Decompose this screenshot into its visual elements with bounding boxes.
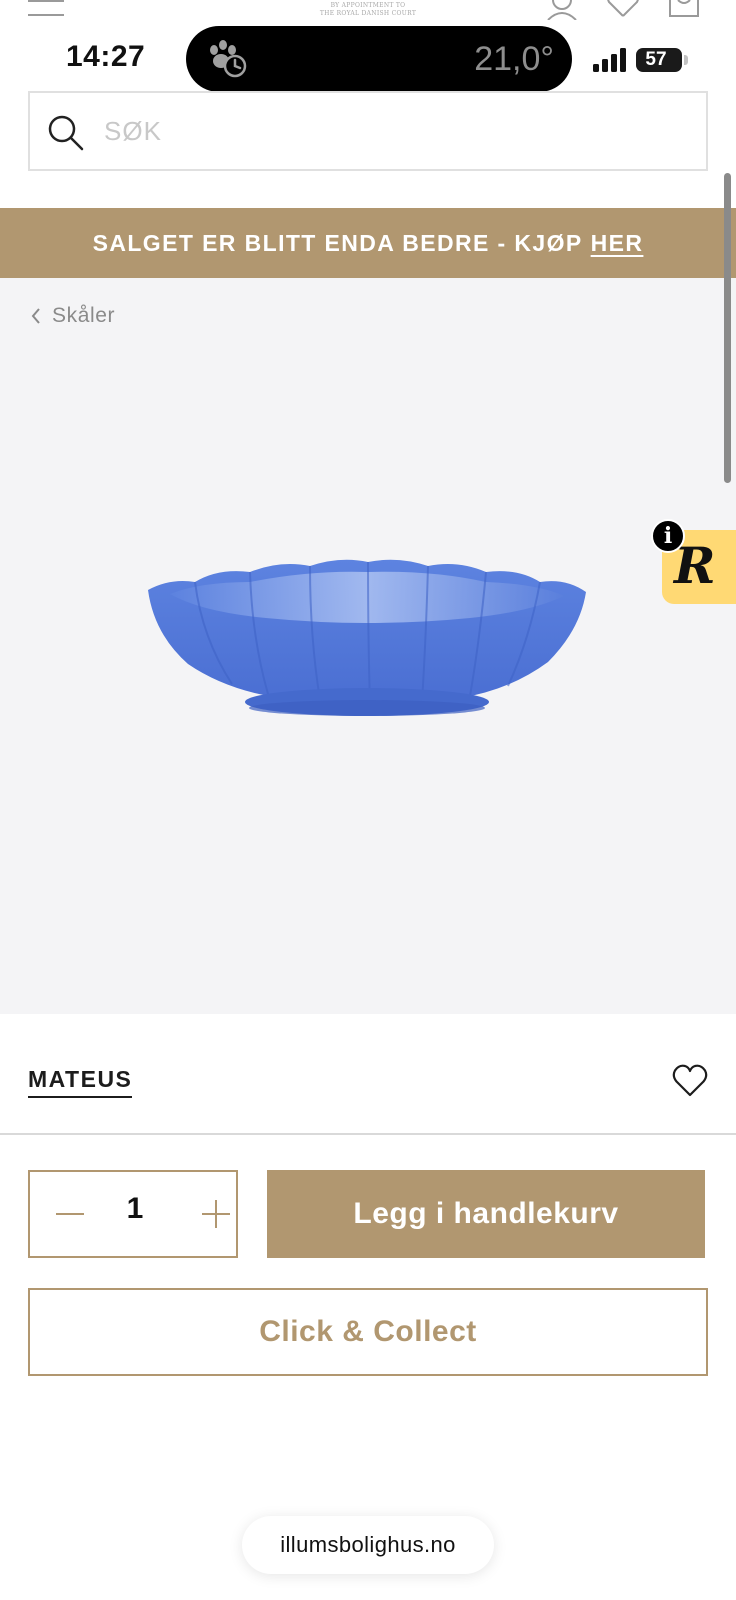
divider bbox=[0, 1133, 736, 1135]
dynamic-island: 21,0° bbox=[186, 26, 572, 92]
promo-text: SALGET ER BLITT ENDA BEDRE - KJØP bbox=[92, 229, 583, 256]
promo-banner: SALGET ER BLITT ENDA BEDRE - KJØP HER bbox=[0, 208, 736, 278]
promo-link[interactable]: HER bbox=[591, 230, 644, 257]
info-icon[interactable]: i bbox=[651, 519, 685, 553]
minus-icon[interactable] bbox=[50, 1194, 90, 1234]
search-box[interactable] bbox=[28, 91, 708, 171]
breadcrumb[interactable]: Skåler bbox=[30, 304, 115, 328]
cellular-signal-icon bbox=[593, 48, 626, 72]
product-image[interactable] bbox=[140, 538, 594, 728]
add-to-cart-button[interactable]: Legg i handlekurv bbox=[267, 1170, 705, 1258]
search-input[interactable] bbox=[104, 111, 664, 151]
battery-tip bbox=[684, 55, 688, 65]
menu-icon[interactable] bbox=[28, 0, 66, 20]
cart-icon[interactable] bbox=[668, 0, 700, 20]
battery-level: 57 bbox=[645, 49, 667, 70]
quantity-value[interactable]: 1 bbox=[100, 1192, 170, 1226]
search-icon bbox=[48, 115, 84, 151]
breadcrumb-label: Skåler bbox=[52, 304, 116, 327]
click-and-collect-button[interactable]: Click & Collect bbox=[28, 1288, 708, 1376]
quantity-stepper[interactable]: 1 bbox=[28, 1170, 238, 1258]
plus-icon[interactable] bbox=[196, 1194, 236, 1234]
royal-warrant-line1: BY APPOINTMENT TO bbox=[330, 2, 406, 9]
status-time: 14:27 bbox=[66, 40, 146, 73]
chevron-left-icon bbox=[31, 308, 40, 324]
heart-icon[interactable] bbox=[606, 0, 640, 20]
page-scrollbar[interactable] bbox=[724, 173, 731, 483]
wishlist-heart-icon[interactable] bbox=[672, 1064, 708, 1098]
product-gallery[interactable]: Skåler bbox=[0, 278, 736, 1014]
battery-icon: 57 bbox=[636, 48, 682, 72]
pawprint-timer-icon bbox=[210, 40, 247, 78]
browser-url-bar[interactable]: illumsbolighus.no bbox=[242, 1516, 494, 1574]
royal-warrant-line2: THE ROYAL DANISH COURT bbox=[319, 10, 417, 17]
account-icon[interactable] bbox=[546, 0, 578, 20]
royal-warrant: BY APPOINTMENT TO THE ROYAL DANISH COURT bbox=[290, 2, 446, 18]
brand-link[interactable]: MATEUS bbox=[28, 1066, 133, 1098]
temperature: 21,0° bbox=[474, 40, 554, 78]
